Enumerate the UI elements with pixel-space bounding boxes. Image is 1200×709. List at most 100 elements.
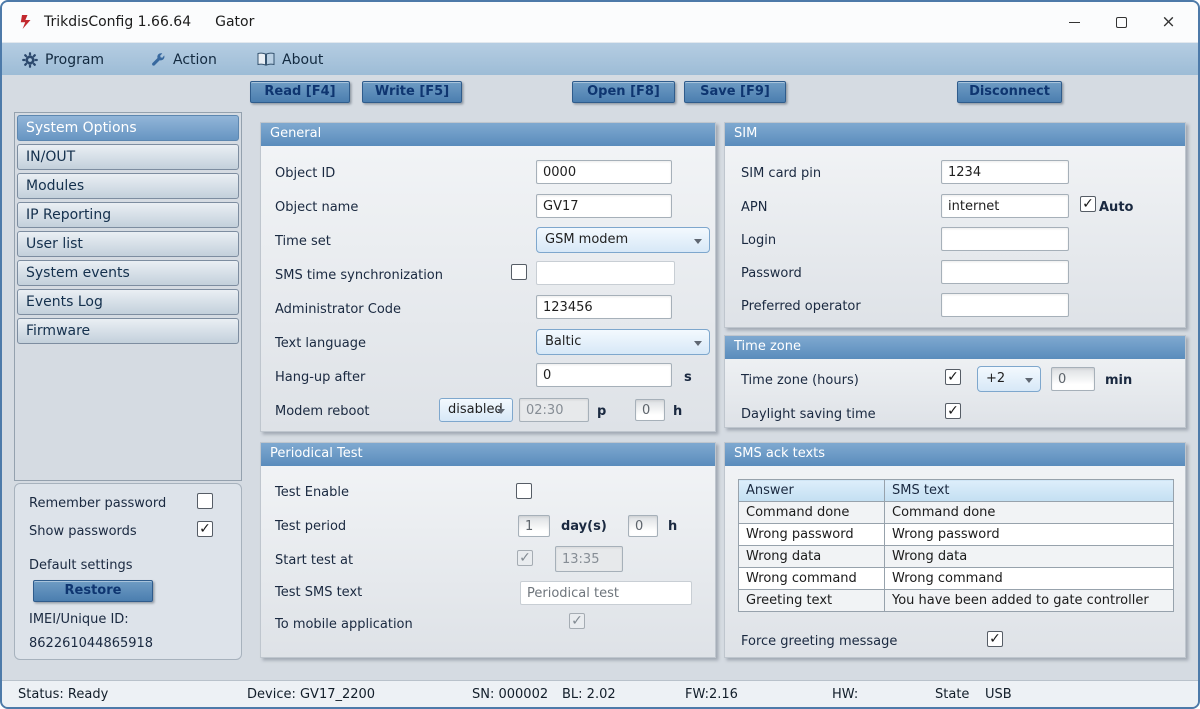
modem-reboot-p-label: p [597,404,607,419]
text-language-select[interactable]: Baltic [536,329,710,355]
gear-icon [22,51,38,68]
preferred-operator-field[interactable] [941,293,1069,317]
sim-pin-field[interactable] [941,160,1069,184]
sidebar-item-system-options[interactable]: System Options [17,115,239,141]
checkmark-icon: ✓ [199,521,211,537]
start-test-checkbox[interactable]: ✓ [517,550,533,566]
read-button[interactable]: Read [F4] [250,81,350,103]
table-row: Greeting text You have been added to gat… [738,589,1174,612]
window-title: TrikdisConfig 1.66.64 Gator [44,14,254,30]
sms-text-cell[interactable]: Wrong command [884,567,1174,590]
sms-text-cell[interactable]: Wrong data [884,545,1174,568]
force-greeting-checkbox[interactable]: ✓ [987,631,1003,647]
time-zone-panel-header: Time zone [725,336,1185,359]
answer-cell[interactable]: Wrong command [738,567,885,590]
sidebar-item-modules[interactable]: Modules [17,173,239,199]
maximize-button[interactable] [1098,2,1145,42]
checkmark-icon: ✓ [1082,196,1094,212]
test-sms-label: Test SMS text [275,585,363,600]
sms-text-cell[interactable]: Wrong password [884,523,1174,546]
status-text: Status: Ready [18,687,109,702]
modem-reboot-time-field[interactable] [519,398,589,422]
minimize-button[interactable] [1051,2,1098,42]
sms-text-cell[interactable]: You have been added to gate controller [884,589,1174,612]
login-field[interactable] [941,227,1069,251]
answer-cell[interactable]: Wrong password [738,523,885,546]
sidebar-item-firmware[interactable]: Firmware [17,318,239,344]
object-id-field[interactable] [536,160,672,184]
table-row: Wrong data Wrong data [738,545,1174,568]
time-set-value: GSM modem [545,232,629,247]
chevron-down-icon [694,239,702,244]
answer-cell[interactable]: Wrong data [738,545,885,568]
apn-label: APN [741,200,768,215]
imei-label: IMEI/Unique ID: [29,612,129,627]
time-zone-min-field[interactable] [1051,367,1095,391]
menu-bar: Program Action About [2,42,1198,75]
sidebar-item-events-log[interactable]: Events Log [17,289,239,315]
test-enable-checkbox[interactable] [516,483,532,499]
daylight-saving-checkbox[interactable]: ✓ [945,403,961,419]
test-period-hours-field[interactable] [628,515,658,537]
to-mobile-checkbox[interactable]: ✓ [569,613,585,629]
apn-auto-checkbox[interactable]: ✓ [1080,196,1096,212]
sms-ack-panel-header: SMS ack texts [725,443,1185,466]
restore-button[interactable]: Restore [33,580,153,602]
text-language-value: Baltic [545,334,582,349]
wrench-icon [152,52,165,66]
menu-about[interactable]: About [257,43,323,76]
show-passwords-label: Show passwords [29,524,137,539]
admin-code-field[interactable] [536,295,672,319]
checkmark-icon: ✓ [947,369,959,385]
object-name-label: Object name [275,200,359,215]
sms-time-sync-field[interactable] [536,261,675,285]
hangup-label: Hang-up after [275,370,366,385]
save-button[interactable]: Save [F9] [684,81,786,103]
chevron-down-icon [497,409,505,414]
hangup-field[interactable] [536,363,672,387]
sidebar-item-user-list[interactable]: User list [17,231,239,257]
general-panel-header: General [261,123,715,146]
login-label: Login [741,233,777,248]
sidebar-item-ip-reporting[interactable]: IP Reporting [17,202,239,228]
write-button[interactable]: Write [F5] [362,81,462,103]
apn-field[interactable] [941,194,1069,218]
answer-cell[interactable]: Command done [738,501,885,524]
imei-value: 862261044865918 [29,636,154,651]
test-period-days-field[interactable] [518,515,550,537]
close-button[interactable]: × [1145,2,1192,42]
menu-program[interactable]: Program [22,43,104,76]
time-zone-select[interactable]: +2 [977,366,1041,392]
remember-password-checkbox[interactable] [197,493,213,509]
time-zone-checkbox[interactable]: ✓ [945,369,961,385]
object-name-field[interactable] [536,194,672,218]
test-sms-field[interactable] [520,581,692,605]
time-set-select[interactable]: GSM modem [536,227,710,253]
modem-reboot-hours-field[interactable] [635,399,665,421]
modem-reboot-select[interactable]: disabled [439,398,513,422]
password-field[interactable] [941,260,1069,284]
show-passwords-checkbox[interactable]: ✓ [197,521,213,537]
chevron-down-icon [1025,378,1033,383]
sidebar-item-in-out[interactable]: IN/OUT [17,144,239,170]
admin-code-label: Administrator Code [275,302,402,317]
sms-text-cell[interactable]: Command done [884,501,1174,524]
menu-action-label: Action [173,51,217,68]
start-test-time-field[interactable] [555,546,623,572]
password-label: Password [741,266,802,281]
status-state: State [935,687,970,702]
time-set-label: Time set [275,234,331,249]
open-button[interactable]: Open [F8] [572,81,675,103]
menu-action[interactable]: Action [150,43,217,76]
sms-time-sync-checkbox[interactable] [511,264,527,280]
answer-cell[interactable]: Greeting text [738,589,885,612]
checkmark-icon: ✓ [989,631,1001,647]
disconnect-button[interactable]: Disconnect [957,81,1062,103]
status-bar: Status: Ready Device: GV17_2200 SN: 0000… [2,680,1198,707]
close-icon: × [1161,12,1176,32]
table-header-row: Answer SMS text [738,479,1174,502]
sidebar-item-system-events[interactable]: System events [17,260,239,286]
app-title: TrikdisConfig 1.66.64 [44,14,192,30]
status-usb: USB [985,687,1012,702]
general-panel: General Object ID Object name Time set G… [260,122,716,432]
